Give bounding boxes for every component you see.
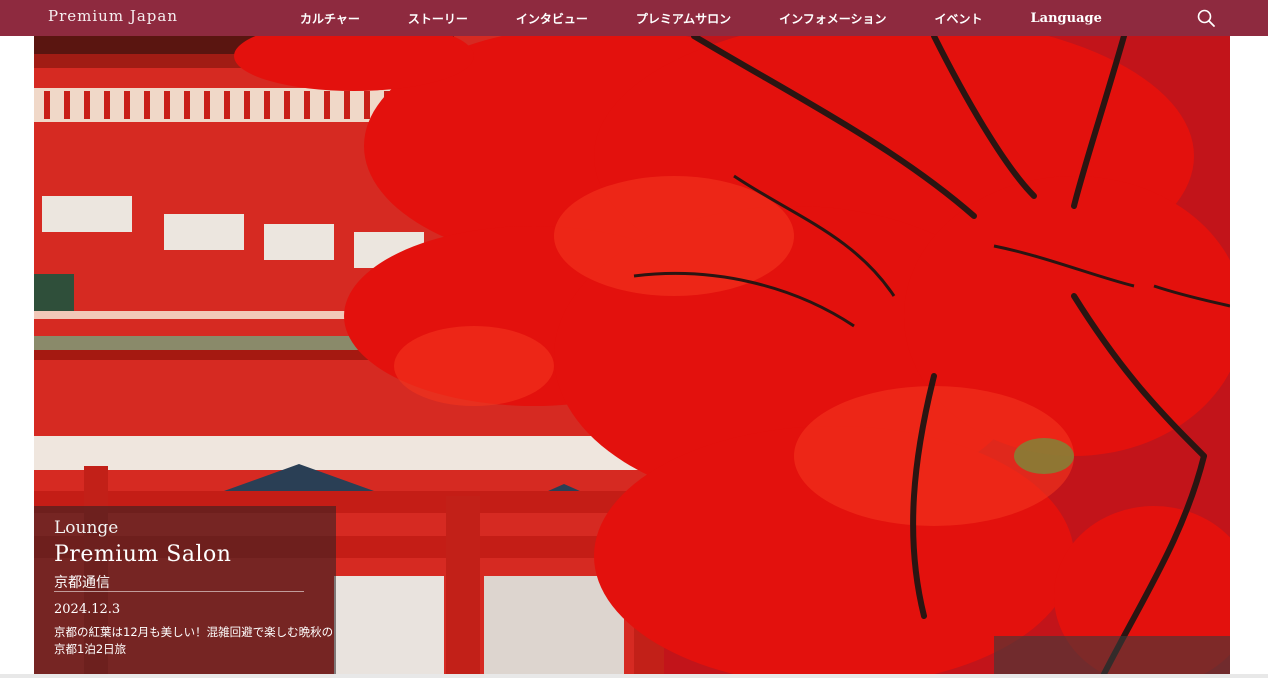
caption-date: 2024.12.3 — [54, 602, 121, 617]
caption-description[interactable]: 京都の紅葉は12月も美しい！混雑回避で楽しむ晩秋の京都1泊2日旅 — [54, 624, 334, 658]
nav-item-premium-salon[interactable]: プレミアムサロン — [636, 10, 731, 27]
page-bottom-edge — [0, 674, 1268, 678]
nav-item-culture[interactable]: カルチャー — [300, 10, 360, 27]
nav-item-interview[interactable]: インタビュー — [516, 10, 588, 27]
nav-item-event[interactable]: イベント — [935, 10, 983, 27]
site-logo[interactable]: Premium Japan — [48, 7, 178, 25]
caption-kicker: Lounge — [54, 518, 119, 538]
caption-divider — [54, 591, 304, 592]
main-nav: カルチャー ストーリー インタビュー プレミアムサロン インフォメーション イベ… — [300, 0, 1102, 36]
nav-item-story[interactable]: ストーリー — [408, 10, 468, 27]
nav-item-information[interactable]: インフォメーション — [779, 10, 886, 27]
top-nav-bar: Premium Japan カルチャー ストーリー インタビュー プレミアムサロ… — [0, 0, 1268, 36]
article-caption-card[interactable]: Lounge Premium Salon 京都通信 2024.12.3 京都の紅… — [34, 506, 336, 674]
nav-item-language[interactable]: Language — [1031, 11, 1102, 26]
caption-title: Premium Salon — [54, 542, 232, 567]
search-icon[interactable] — [1196, 8, 1216, 28]
caption-subtitle: 京都通信 — [54, 575, 110, 591]
